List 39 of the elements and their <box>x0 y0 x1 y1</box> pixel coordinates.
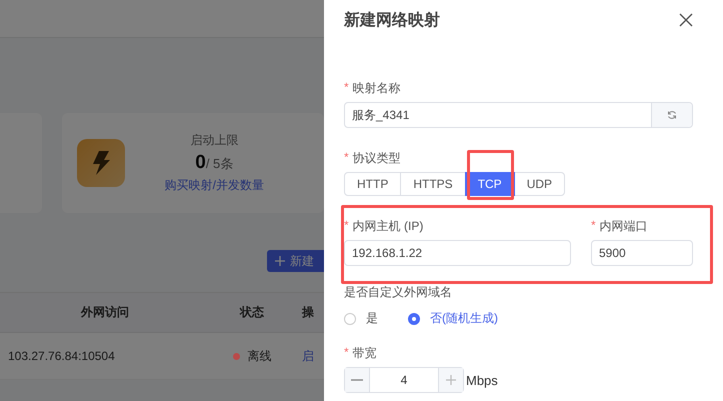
stat-count: 0 <box>195 152 206 174</box>
protocol-option[interactable]: HTTPS <box>400 172 466 196</box>
required-mark: * <box>591 218 596 234</box>
plus-icon[interactable] <box>438 368 463 392</box>
stat-label: 启动上限 <box>190 132 238 149</box>
field-label: 内网主机 (IP) <box>352 218 424 235</box>
field-label: 映射名称 <box>352 80 401 97</box>
radio-option[interactable]: 是 <box>344 310 378 327</box>
stat-limit: / 5条 <box>206 155 234 173</box>
bandwidth-stepper[interactable]: 4 <box>344 367 464 393</box>
radio-circle[interactable] <box>344 312 356 324</box>
name-input[interactable]: 服务_4341 <box>344 102 693 128</box>
drawer-title: 新建网络映射 <box>344 10 440 30</box>
column-header: 外网访问 <box>80 304 130 321</box>
lightning-icon <box>76 139 125 187</box>
refresh-button[interactable] <box>651 103 692 127</box>
port-input[interactable]: 5900 <box>591 240 693 266</box>
host-input[interactable]: 192.168.1.22 <box>344 240 571 266</box>
field-label: 带宽 <box>352 345 377 362</box>
column-header: 状态 <box>238 304 265 321</box>
column-header: 操 <box>300 304 314 321</box>
close-icon[interactable] <box>679 13 693 27</box>
field-label: 是否自定义外网域名 <box>344 284 452 301</box>
field-label: 内网端口 <box>600 218 648 235</box>
plus-icon <box>275 256 285 266</box>
required-mark: * <box>344 218 349 234</box>
minus-icon[interactable] <box>345 368 370 392</box>
required-mark: * <box>344 80 349 96</box>
protocol-option[interactable]: UDP <box>514 172 566 196</box>
required-mark: * <box>344 150 349 166</box>
address-cell-text: 103.27.76.84:10504 <box>7 349 116 363</box>
radio-circle[interactable] <box>408 312 420 324</box>
refresh-icon <box>667 110 677 120</box>
status-text: 离线 <box>248 348 272 364</box>
field-label: 协议类型 <box>352 150 401 167</box>
unit-label: Mbps <box>466 372 498 388</box>
radio-option[interactable]: 否(随机生成) <box>408 310 498 327</box>
required-mark: * <box>344 345 349 361</box>
protocol-option[interactable]: HTTP <box>344 172 402 196</box>
